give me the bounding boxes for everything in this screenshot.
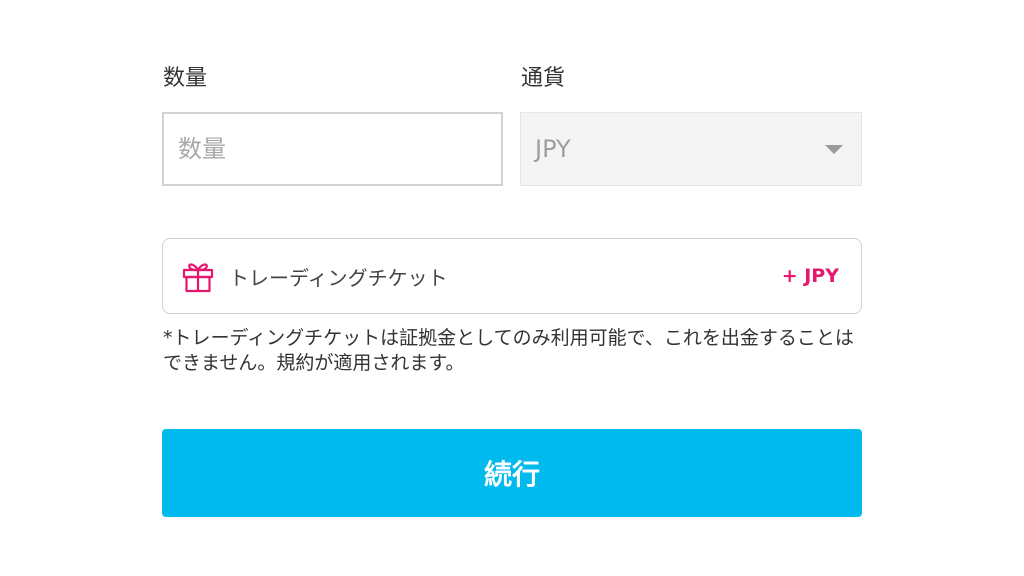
quantity-input[interactable] xyxy=(162,112,503,186)
continue-button[interactable]: 続行 xyxy=(162,429,862,517)
trading-ticket-label: トレーディングチケット xyxy=(229,265,448,290)
chevron-down-icon xyxy=(825,144,843,154)
quantity-label: 数量 xyxy=(163,66,208,91)
gift-icon xyxy=(181,258,217,294)
trading-ticket-row[interactable]: トレーディングチケット + JPY xyxy=(162,238,862,314)
trading-ticket-note: *トレーディングチケットは証拠金としてのみ利用可能で、これを出金することはできま… xyxy=(163,327,854,374)
trading-ticket-amount: + JPY xyxy=(781,265,839,287)
currency-selected-value: JPY xyxy=(535,135,571,163)
currency-select[interactable]: JPY xyxy=(520,112,862,186)
deposit-form: 数量 通貨 JPY トレーディングチケット + JPY *トレーディングチケット… xyxy=(0,0,1024,576)
currency-label: 通貨 xyxy=(521,66,566,91)
